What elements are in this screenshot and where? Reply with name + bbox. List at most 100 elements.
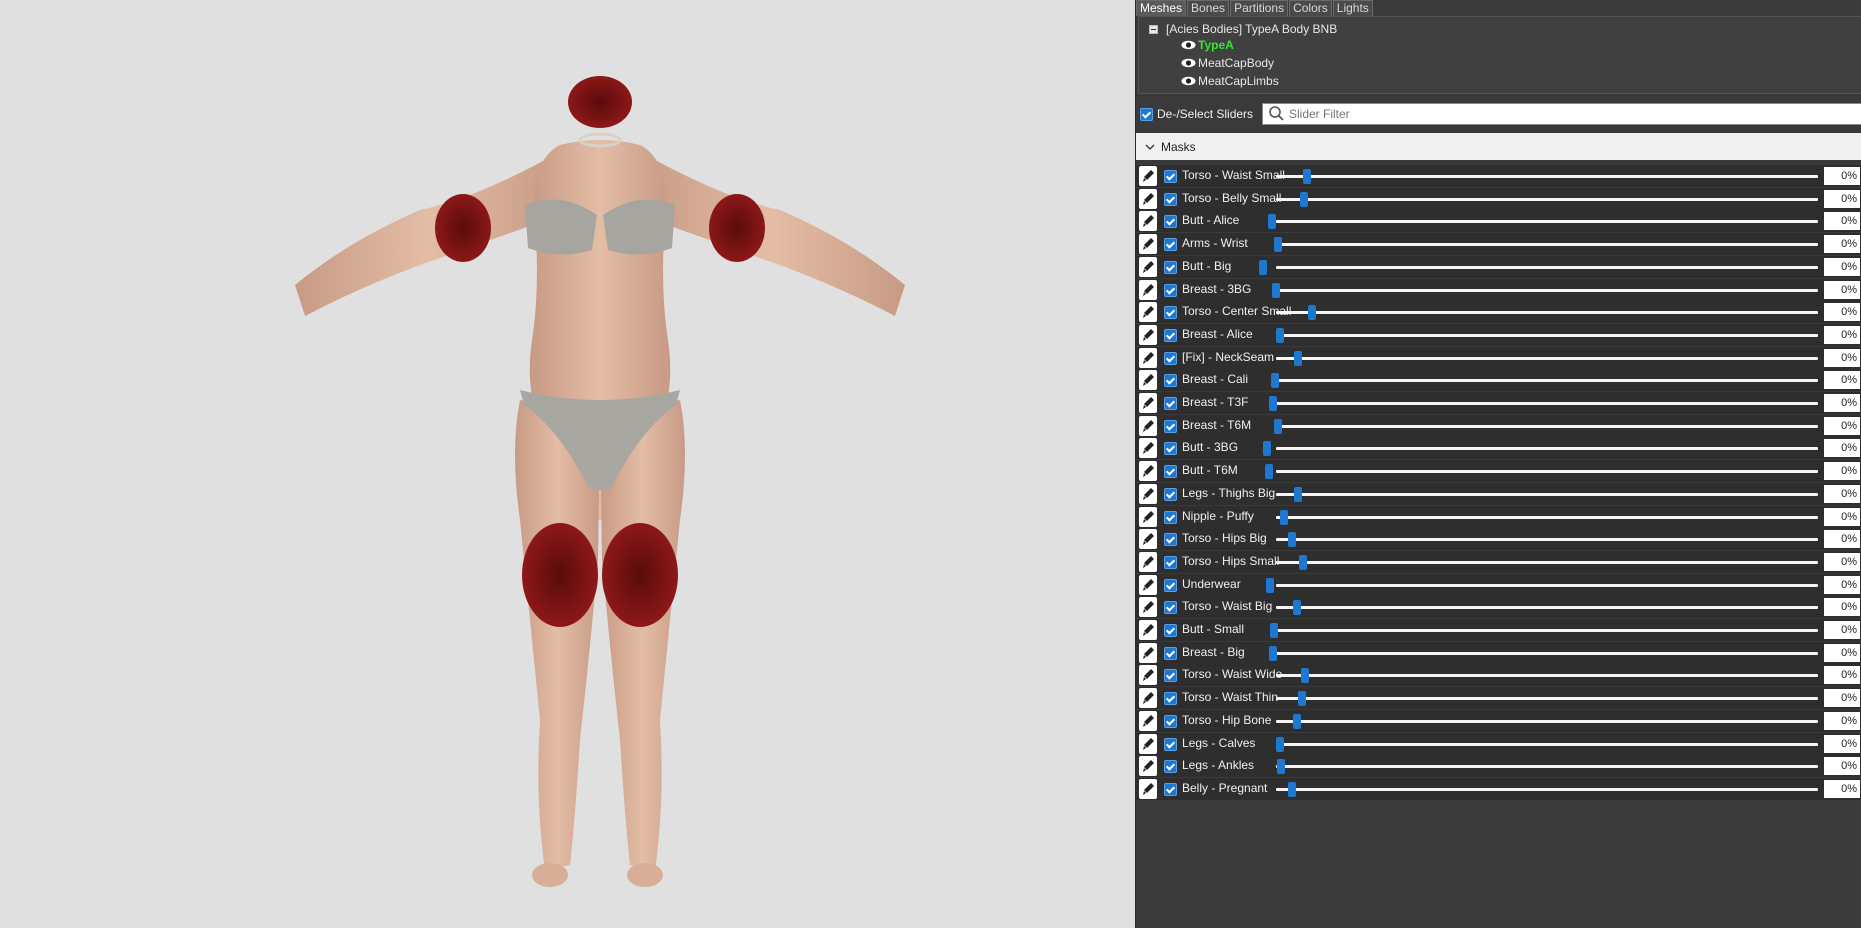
slider-checkbox[interactable] [1164,260,1177,274]
slider-thumb[interactable] [1300,191,1308,207]
masks-header[interactable]: Masks [1136,133,1861,160]
slider-track[interactable] [1276,742,1818,746]
slider-thumb[interactable] [1266,577,1274,593]
slider-checkbox[interactable] [1164,624,1177,637]
slider-track[interactable] [1276,470,1818,474]
slider-thumb[interactable] [1293,713,1301,729]
slider-thumb[interactable] [1272,282,1280,298]
slider-checkbox[interactable] [1164,306,1177,320]
slider-thumb[interactable] [1301,668,1309,684]
slider-value-field[interactable]: 0% [1824,280,1860,299]
paint-brush-icon[interactable] [1139,642,1157,663]
slider-value-field[interactable]: 0% [1824,598,1860,617]
tab-bones[interactable]: Bones [1187,0,1230,16]
slider-thumb[interactable] [1288,781,1296,797]
slider-thumb[interactable] [1270,623,1278,638]
paint-brush-icon[interactable] [1139,393,1157,413]
paint-brush-icon[interactable] [1139,234,1157,255]
tab-lights[interactable]: Lights [1332,0,1373,16]
slider-track[interactable] [1276,606,1818,610]
slider-value-field[interactable]: 0% [1824,757,1860,776]
slider-track[interactable] [1276,515,1818,519]
slider-thumb[interactable] [1265,464,1273,480]
slider-checkbox[interactable] [1164,510,1177,524]
paint-brush-icon[interactable] [1139,529,1157,550]
slider-checkbox[interactable] [1164,465,1177,479]
slider-checkbox[interactable] [1164,646,1177,660]
slider-value-field[interactable]: 0% [1824,189,1860,208]
slider-checkbox[interactable] [1164,737,1177,751]
3d-viewport[interactable] [0,0,1135,928]
slider-checkbox[interactable] [1164,714,1177,728]
slider-value-field[interactable]: 0% [1824,462,1860,481]
slider-thumb[interactable] [1280,509,1288,525]
slider-thumb[interactable] [1277,759,1285,775]
slider-track[interactable] [1276,243,1818,247]
slider-checkbox[interactable] [1164,419,1177,433]
tab-meshes[interactable]: Meshes [1136,0,1187,16]
paint-brush-icon[interactable] [1139,324,1157,345]
slider-checkbox[interactable] [1164,374,1177,388]
slider-thumb[interactable] [1263,441,1271,457]
paint-brush-icon[interactable] [1139,256,1157,277]
slider-track[interactable] [1276,424,1818,428]
paint-brush-icon[interactable] [1139,778,1157,799]
slider-checkbox[interactable] [1164,170,1177,183]
tab-partitions[interactable]: Partitions [1230,0,1289,16]
slider-track[interactable] [1276,651,1818,655]
paint-brush-icon[interactable] [1139,597,1157,618]
slider-checkbox[interactable] [1164,238,1177,252]
slider-value-field[interactable]: 0% [1824,575,1860,594]
slider-track[interactable] [1276,447,1818,451]
slider-track[interactable] [1276,719,1818,723]
slider-track[interactable] [1276,765,1818,769]
slider-track[interactable] [1276,175,1818,178]
slider-track[interactable] [1276,356,1818,360]
mesh-item-meatcaplimbs[interactable]: MeatCapLimbs [1181,73,1279,89]
slider-thumb[interactable] [1298,691,1306,707]
slider-track[interactable] [1276,197,1818,201]
slider-track[interactable] [1276,402,1818,405]
paint-brush-icon[interactable] [1139,461,1157,482]
slider-thumb[interactable] [1276,327,1284,343]
slider-checkbox[interactable] [1164,760,1177,774]
paint-brush-icon[interactable] [1139,166,1157,186]
slider-value-field[interactable]: 0% [1824,779,1860,798]
slider-checkbox[interactable] [1164,601,1177,615]
slider-thumb[interactable] [1294,350,1302,366]
slider-value-field[interactable]: 0% [1824,689,1860,708]
mesh-item-meatcapbody[interactable]: MeatCapBody [1181,55,1274,71]
slider-thumb[interactable] [1303,169,1311,184]
paint-brush-icon[interactable] [1139,188,1157,209]
collapse-icon[interactable] [1149,24,1158,34]
slider-checkbox[interactable] [1164,192,1177,206]
paint-brush-icon[interactable] [1139,574,1157,595]
paint-brush-icon[interactable] [1139,211,1157,232]
slider-value-field[interactable]: 0% [1824,371,1860,390]
slider-track[interactable] [1276,492,1818,496]
paint-brush-icon[interactable] [1139,665,1157,686]
slider-value-field[interactable]: 0% [1824,303,1860,322]
slider-thumb[interactable] [1269,645,1277,661]
slider-thumb[interactable] [1288,532,1296,548]
slider-value-field[interactable]: 0% [1824,643,1860,662]
slider-track[interactable] [1276,583,1818,587]
slider-thumb[interactable] [1269,396,1277,411]
slider-value-field[interactable]: 0% [1824,235,1860,254]
paint-brush-icon[interactable] [1139,415,1157,436]
slider-value-field[interactable]: 0% [1824,348,1860,367]
slider-checkbox[interactable] [1164,397,1177,410]
slider-value-field[interactable]: 0% [1824,394,1860,412]
slider-thumb[interactable] [1271,373,1279,389]
slider-checkbox[interactable] [1164,283,1177,297]
tab-colors[interactable]: Colors [1289,0,1332,16]
slider-track[interactable] [1276,288,1818,292]
paint-brush-icon[interactable] [1139,551,1157,572]
slider-value-field[interactable]: 0% [1824,530,1860,549]
mesh-item-typea[interactable]: TypeA [1181,37,1234,53]
slider-checkbox[interactable] [1164,782,1177,796]
slider-thumb[interactable] [1276,736,1284,752]
slider-checkbox[interactable] [1164,442,1177,456]
slider-filter-input[interactable] [1289,107,1849,121]
paint-brush-icon[interactable] [1139,733,1157,754]
